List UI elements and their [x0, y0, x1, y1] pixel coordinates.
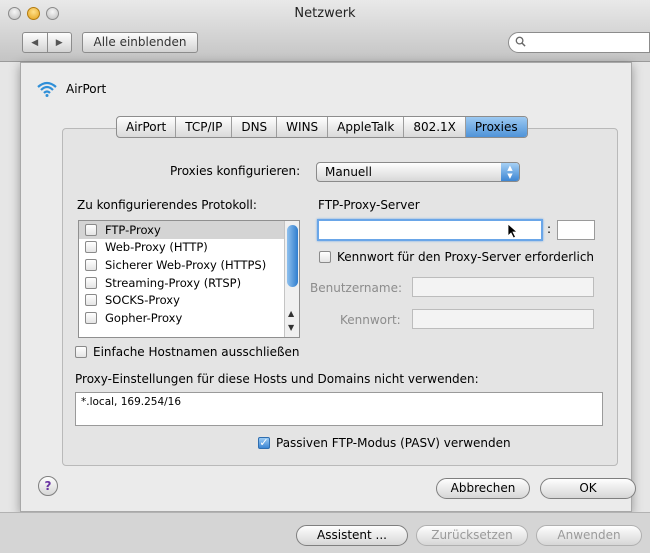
show-all-button[interactable]: Alle einblenden: [82, 32, 198, 53]
search-icon: [515, 36, 526, 47]
password-field[interactable]: [412, 309, 594, 329]
tab-tcpip[interactable]: TCP/IP: [175, 117, 231, 137]
tab-dns[interactable]: DNS: [231, 117, 276, 137]
configure-value: Manuell: [325, 165, 372, 179]
interface-name: AirPort: [66, 82, 107, 96]
revert-button[interactable]: Zurücksetzen: [416, 525, 528, 546]
bypass-label: Proxy-Einstellungen für diese Hosts und …: [75, 372, 479, 386]
ok-button[interactable]: OK: [540, 478, 636, 499]
scrollbar-thumb[interactable]: [287, 225, 298, 287]
password-label: Kennwort:: [340, 313, 401, 327]
configure-popup[interactable]: Manuell ▲ ▼: [316, 162, 520, 182]
protocol-checkbox[interactable]: [85, 258, 97, 271]
forward-button[interactable]: ▶: [46, 33, 72, 52]
protocol-label: FTP-Proxy: [105, 222, 161, 237]
nav-buttons: ◀ ▶: [22, 32, 72, 53]
assistant-button[interactable]: Assistent ...: [296, 525, 408, 546]
protocol-label: SOCKS-Proxy: [105, 293, 180, 308]
protocol-item-socks[interactable]: SOCKS-Proxy: [79, 291, 299, 309]
passive-ftp-checkbox[interactable]: ✓: [258, 437, 270, 449]
search-input[interactable]: [508, 32, 650, 53]
protocol-checkbox[interactable]: [85, 294, 97, 307]
protocol-list[interactable]: FTP-Proxy Web-Proxy (HTTP) Sicherer Web-…: [78, 220, 300, 338]
protocol-list-heading: Zu konfigurierendes Protokoll:: [77, 198, 257, 212]
tab-appletalk[interactable]: AppleTalk: [327, 117, 403, 137]
passive-ftp-row[interactable]: ✓ Passiven FTP-Modus (PASV) verwenden: [258, 436, 511, 450]
scroll-up-icon[interactable]: ▲: [288, 309, 294, 318]
window-title: Netzwerk: [294, 6, 356, 21]
password-required-row[interactable]: Kennwort für den Proxy-Server erforderli…: [319, 250, 594, 264]
apply-button[interactable]: Anwenden: [536, 525, 642, 546]
protocol-checkbox[interactable]: [85, 223, 97, 236]
configure-label: Proxies konfigurieren:: [170, 164, 301, 178]
port-separator: :: [547, 222, 552, 236]
password-required-checkbox[interactable]: [319, 251, 331, 263]
bypass-hosts-field[interactable]: *.local, 169.254/16: [75, 392, 603, 426]
server-heading: FTP-Proxy-Server: [318, 198, 420, 212]
protocol-item-rtsp[interactable]: Streaming-Proxy (RTSP): [79, 274, 299, 292]
popup-arrows-icon: ▲ ▼: [501, 163, 519, 181]
protocol-item-gopher[interactable]: Gopher-Proxy: [79, 309, 299, 327]
proxy-port-field[interactable]: [557, 220, 595, 240]
tab-wins[interactable]: WINS: [276, 117, 327, 137]
tab-proxies[interactable]: Proxies: [464, 117, 527, 137]
passive-ftp-label: Passiven FTP-Modus (PASV) verwenden: [276, 436, 511, 450]
wifi-icon: [37, 81, 57, 97]
protocol-checkbox[interactable]: [85, 276, 97, 289]
protocol-label: Gopher-Proxy: [105, 310, 183, 325]
exclude-simple-checkbox[interactable]: [75, 346, 87, 358]
tab-8021x[interactable]: 802.1X: [403, 117, 465, 137]
cancel-button[interactable]: Abbrechen: [436, 478, 530, 499]
username-field[interactable]: [412, 277, 594, 297]
protocol-label: Sicherer Web-Proxy (HTTPS): [105, 257, 267, 272]
protocol-item-https[interactable]: Sicherer Web-Proxy (HTTPS): [79, 256, 299, 274]
protocol-label: Web-Proxy (HTTP): [105, 240, 208, 255]
tab-airport[interactable]: AirPort: [117, 117, 175, 137]
protocol-checkbox[interactable]: [85, 241, 97, 254]
mouse-pointer-icon: [507, 223, 519, 239]
back-button[interactable]: ◀: [23, 33, 47, 52]
exclude-simple-label: Einfache Hostnamen ausschließen: [93, 345, 300, 359]
password-required-label: Kennwort für den Proxy-Server erforderli…: [337, 250, 595, 264]
title-bar: Netzwerk ◀ ▶ Alle einblenden: [0, 0, 650, 62]
protocol-label: Streaming-Proxy (RTSP): [105, 275, 242, 290]
protocol-item-http[interactable]: Web-Proxy (HTTP): [79, 239, 299, 257]
username-label: Benutzername:: [310, 281, 403, 295]
exclude-simple-row[interactable]: Einfache Hostnamen ausschließen: [75, 345, 300, 359]
protocol-checkbox[interactable]: [85, 311, 97, 324]
tab-bar: AirPort TCP/IP DNS WINS AppleTalk 802.1X…: [116, 116, 528, 138]
help-button[interactable]: ?: [38, 476, 58, 496]
protocol-item-ftp[interactable]: FTP-Proxy: [79, 221, 299, 239]
scroll-down-icon[interactable]: ▼: [288, 323, 294, 332]
protocol-list-scrollbar[interactable]: ▲ ▼: [284, 221, 299, 337]
interface-header: AirPort: [36, 80, 106, 98]
